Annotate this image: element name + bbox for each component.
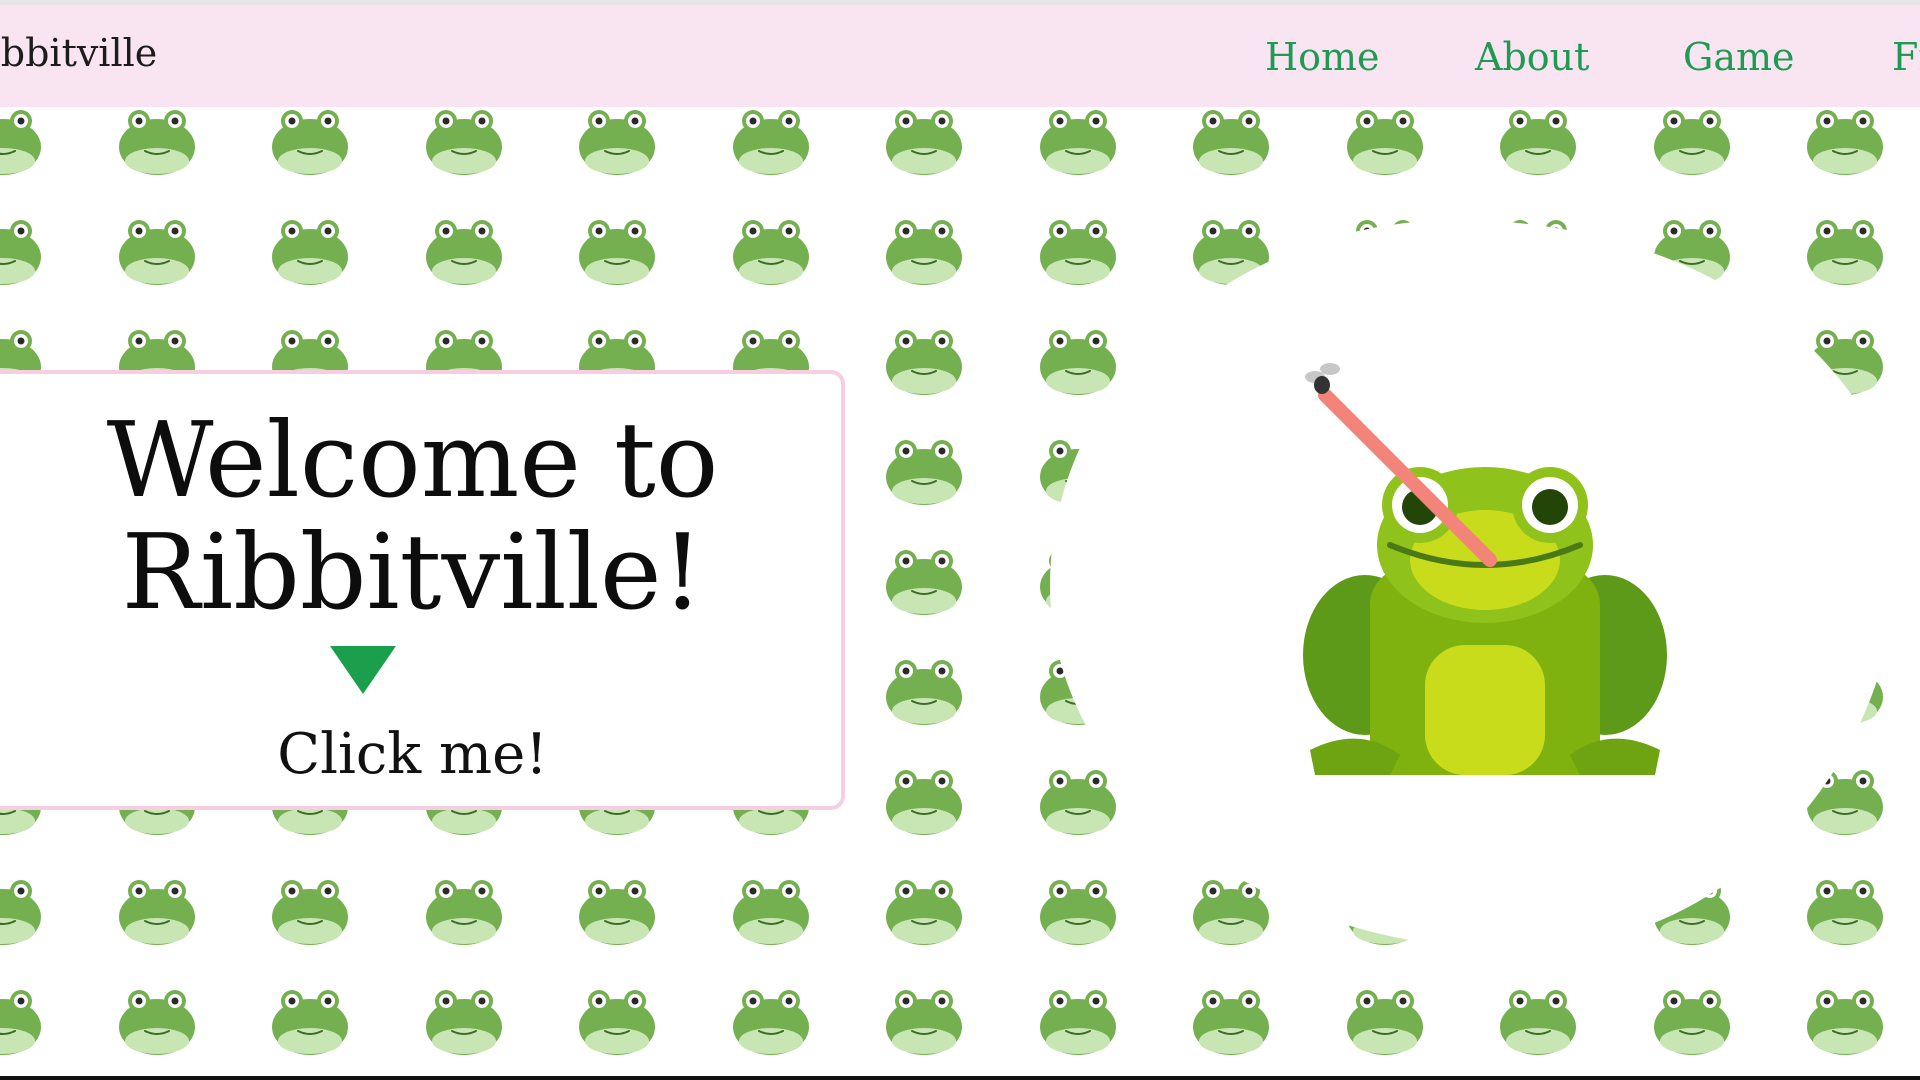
- frog-face-icon: [1346, 990, 1423, 1055]
- frog-catching-fly-icon: [1303, 363, 1667, 775]
- frog-face-icon: [886, 990, 962, 1055]
- click-me-button[interactable]: Click me!: [0, 722, 841, 787]
- frog-face-icon: [886, 220, 962, 285]
- frog-face-icon: [1807, 110, 1883, 175]
- frog-face-icon: [1807, 880, 1883, 945]
- triangle-down-icon: [330, 646, 396, 694]
- frog-face-icon: [118, 990, 195, 1055]
- frog-face-icon: [1039, 990, 1116, 1055]
- frog-face-icon: [272, 880, 348, 945]
- frog-face-icon: [1193, 990, 1269, 1055]
- nav-link-game[interactable]: Game: [1683, 35, 1795, 79]
- frog-face-icon: [1039, 330, 1116, 395]
- frog-face-icon: [732, 990, 809, 1055]
- frog-face-icon: [425, 220, 502, 285]
- welcome-card: Welcome to Ribbitville! Click me!: [0, 370, 845, 810]
- frog-face-icon: [0, 990, 41, 1055]
- welcome-heading-line2: Ribbitville!: [121, 511, 704, 633]
- frog-face-icon: [1500, 990, 1576, 1055]
- nav-link-home[interactable]: Home: [1265, 35, 1380, 79]
- frog-face-icon: [1807, 220, 1883, 285]
- frog-face-icon: [886, 440, 962, 505]
- frog-face-icon: [272, 220, 348, 285]
- frog-face-icon: [272, 990, 348, 1055]
- frog-face-icon: [425, 880, 502, 945]
- site-brand[interactable]: Ribbitville: [0, 31, 157, 75]
- frog-face-icon: [272, 110, 348, 175]
- frog-face-icon: [1039, 220, 1116, 285]
- frog-face-icon: [732, 110, 809, 175]
- frog-face-icon: [118, 220, 195, 285]
- frog-face-icon: [886, 660, 962, 725]
- frog-face-icon: [579, 220, 655, 285]
- frog-face-icon: [0, 110, 41, 175]
- frog-face-icon: [0, 880, 41, 945]
- nav-link-fr[interactable]: Fr: [1892, 35, 1920, 79]
- frog-face-icon: [886, 550, 962, 615]
- frog-face-icon: [732, 220, 809, 285]
- frog-face-icon: [886, 880, 962, 945]
- frog-face-icon: [118, 110, 195, 175]
- frog-face-icon: [1807, 990, 1883, 1055]
- frog-face-icon: [1193, 110, 1269, 175]
- frog-face-icon: [0, 220, 41, 285]
- frog-face-icon: [1039, 770, 1116, 835]
- frog-face-icon: [425, 990, 502, 1055]
- frog-face-icon: [886, 330, 962, 395]
- frog-face-icon: [886, 770, 962, 835]
- frog-face-icon: [1039, 110, 1116, 175]
- nav-link-about[interactable]: About: [1475, 35, 1589, 79]
- frog-face-icon: [579, 880, 655, 945]
- frog-face-icon: [1653, 990, 1730, 1055]
- frog-face-icon: [732, 880, 809, 945]
- frog-face-icon: [1500, 110, 1576, 175]
- frog-face-icon: [579, 990, 655, 1055]
- frog-face-icon: [1653, 110, 1730, 175]
- frog-face-icon: [1346, 110, 1423, 175]
- welcome-heading-line1: Welcome to: [106, 399, 719, 521]
- navigation-bar: Ribbitville Home About Game Fr: [0, 5, 1920, 107]
- welcome-heading: Welcome to Ribbitville!: [0, 404, 841, 628]
- frog-face-icon: [425, 110, 502, 175]
- frog-face-icon: [1039, 880, 1116, 945]
- frog-face-icon: [579, 110, 655, 175]
- screen-bottom-edge: [0, 1076, 1920, 1080]
- frog-face-icon: [886, 110, 962, 175]
- frog-face-icon: [118, 880, 195, 945]
